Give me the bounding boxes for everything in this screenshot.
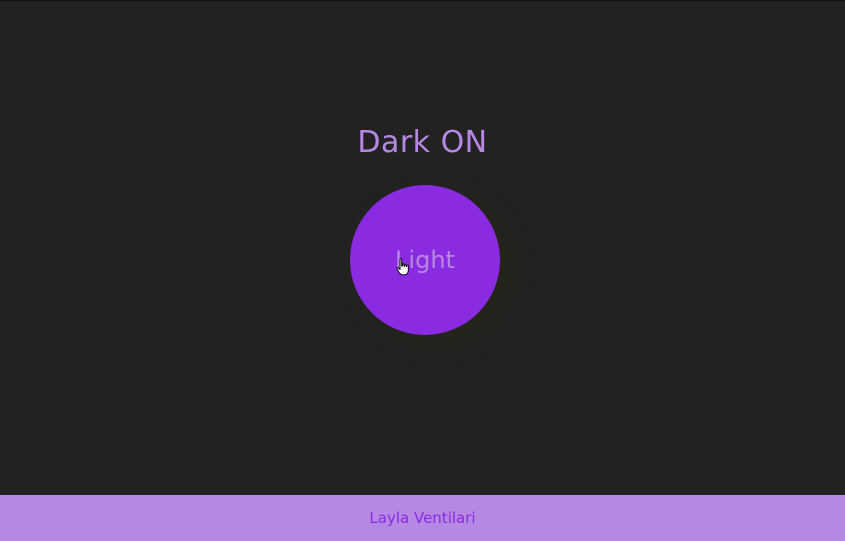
footer: Layla Ventilari xyxy=(0,495,845,541)
page-title: Dark ON xyxy=(357,125,488,160)
light-toggle-button[interactable]: Light xyxy=(350,185,500,335)
hand-pointer-icon xyxy=(396,258,409,276)
footer-author: Layla Ventilari xyxy=(369,509,476,527)
